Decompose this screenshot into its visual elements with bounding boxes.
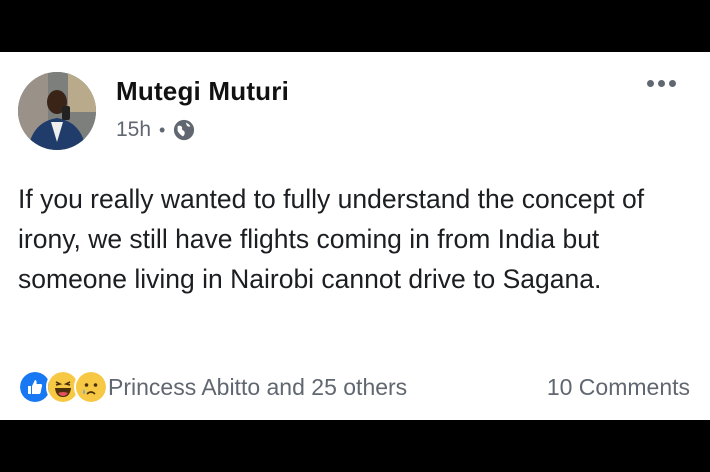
reactions-text[interactable]: Princess Abitto and 25 others xyxy=(108,374,407,401)
globe-icon[interactable] xyxy=(173,119,195,141)
sad-icon xyxy=(74,370,108,404)
more-options-icon[interactable] xyxy=(647,80,676,87)
avatar[interactable] xyxy=(18,72,96,150)
reactions-summary[interactable]: Princess Abitto and 25 others xyxy=(18,370,407,404)
post-timestamp[interactable]: 15h xyxy=(116,118,151,142)
facebook-post: Mutegi Muturi 15h • If you really wanted… xyxy=(0,52,710,420)
avatar-photo xyxy=(18,72,96,150)
meta-separator: • xyxy=(159,119,166,140)
post-footer: Princess Abitto and 25 others 10 Comment… xyxy=(18,370,690,404)
comments-count[interactable]: 10 Comments xyxy=(547,374,690,401)
post-meta: 15h • xyxy=(116,118,195,142)
author-name[interactable]: Mutegi Muturi xyxy=(116,76,289,107)
post-text: If you really wanted to fully understand… xyxy=(18,184,645,294)
